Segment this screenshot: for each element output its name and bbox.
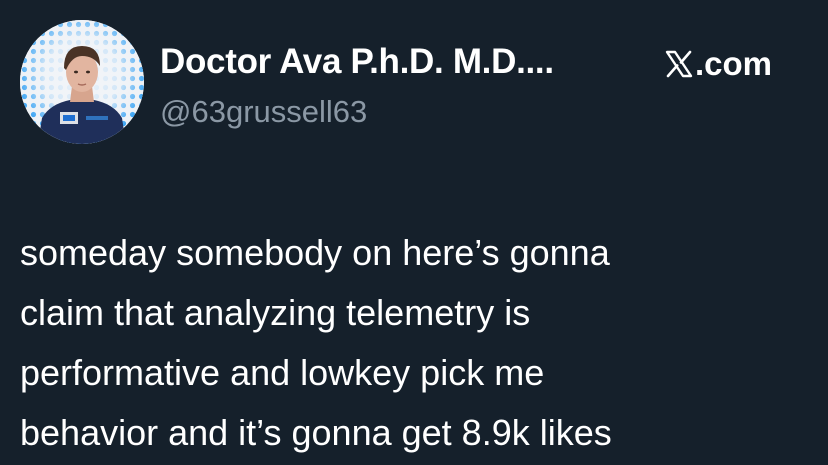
author-handle[interactable]: @63grussell63 [160,94,367,130]
avatar[interactable] [20,20,144,144]
x-logo-icon [664,49,694,79]
source-link[interactable]: .com [664,44,772,84]
tweet-text: someday somebody on here’s gonna claim t… [20,223,810,463]
author-display-name[interactable]: Doctor Ava P.h.D. M.D.... [160,42,554,82]
tweet-text-line: someday somebody on here’s gonna [20,232,610,273]
source-label: .com [695,45,773,82]
avatar-image [20,20,144,144]
tweet-card: Doctor Ava P.h.D. M.D.... @63grussell63 … [0,0,828,465]
tweet-text-line: behavior and it’s gonna get 8.9k likes [20,412,612,453]
tweet-text-line: claim that analyzing telemetry is [20,292,531,333]
tweet-text-line: performative and lowkey pick me [20,352,545,393]
